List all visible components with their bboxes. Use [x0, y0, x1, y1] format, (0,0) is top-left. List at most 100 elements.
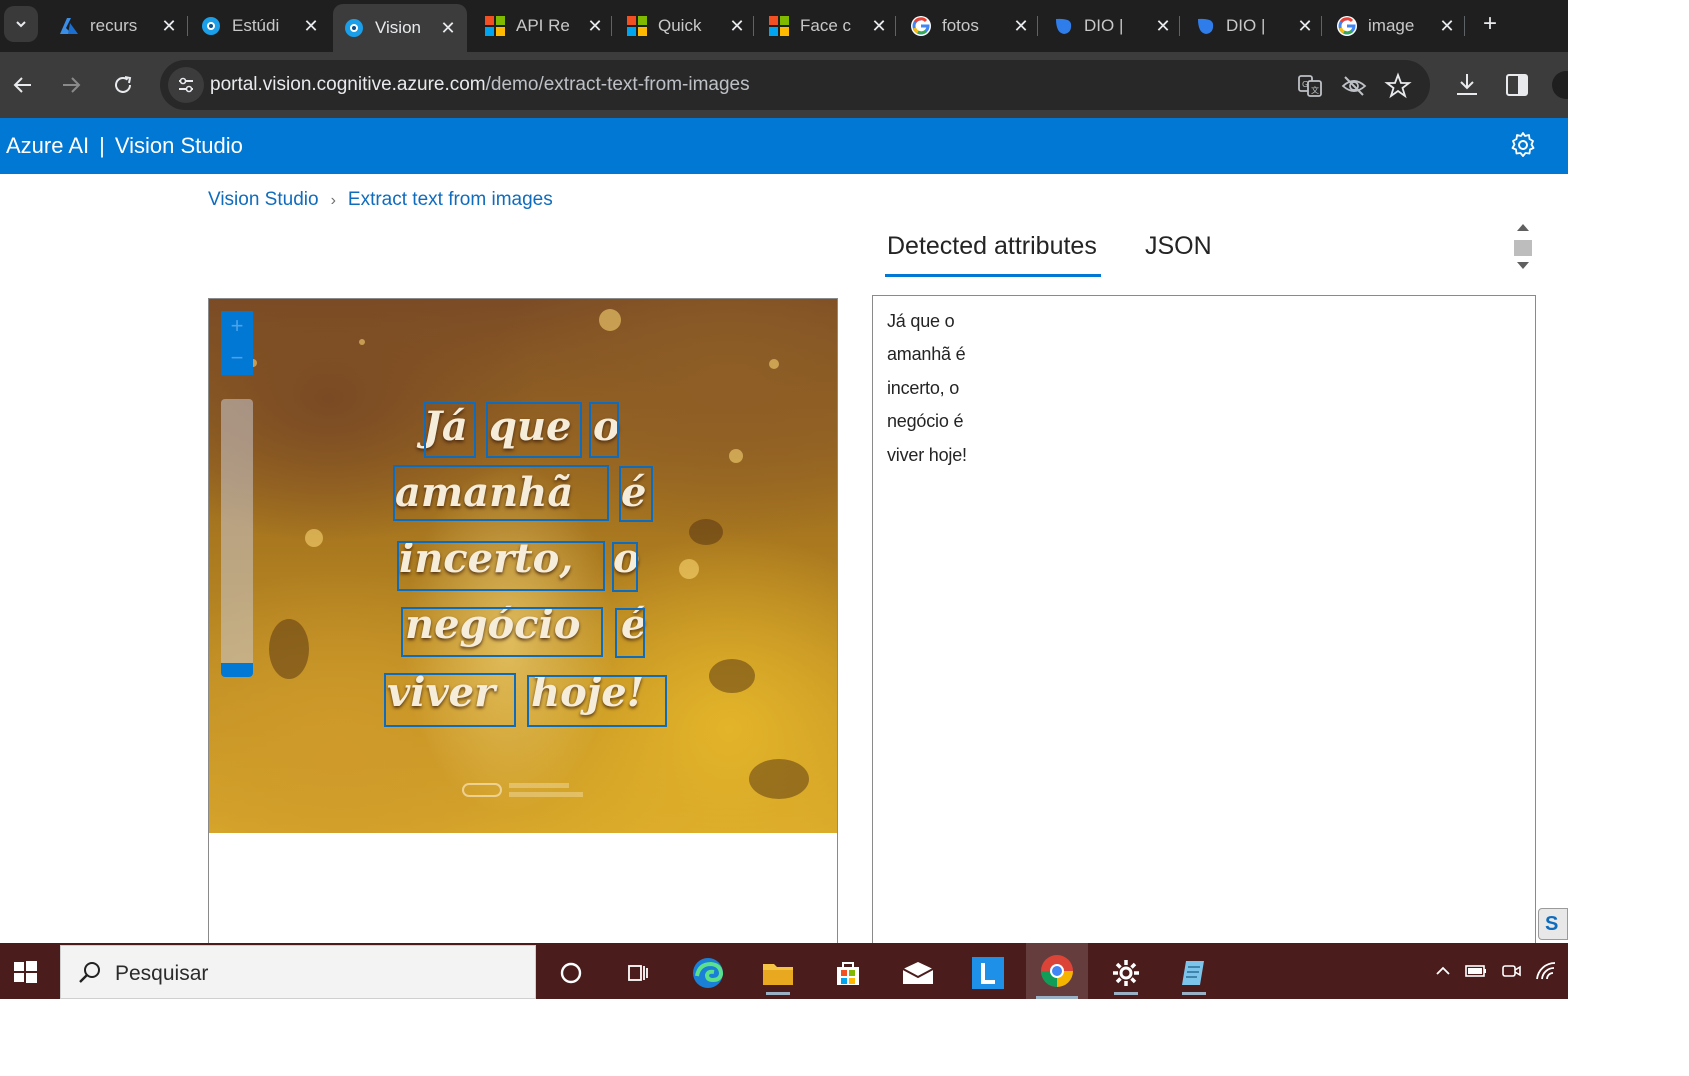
ocr-bounding-box[interactable]	[486, 402, 582, 458]
browser-tab-strip: recurs ✕ Estúdi ✕ Vision ✕ API Re ✕ Quic…	[0, 0, 1568, 52]
close-tab-icon[interactable]: ✕	[1154, 16, 1172, 37]
ocr-bounding-box[interactable]	[615, 608, 645, 658]
side-panel-icon[interactable]	[1502, 70, 1532, 100]
tab-separator	[895, 16, 896, 36]
ocr-bounding-box[interactable]	[393, 465, 609, 521]
browser-tab[interactable]: Estúdi ✕	[190, 6, 330, 46]
cortana-button[interactable]	[549, 951, 593, 995]
edge-floating-button[interactable]: S	[1538, 908, 1568, 940]
taskbar-search-box[interactable]: Pesquisar	[60, 945, 536, 999]
ocr-bounding-box[interactable]	[612, 542, 638, 592]
browser-tab-active[interactable]: Vision ✕	[333, 4, 467, 52]
url-host: portal.vision.cognitive.azure.com	[210, 74, 486, 95]
forward-button[interactable]	[54, 68, 88, 102]
windows-start-icon[interactable]	[10, 957, 40, 987]
battery-icon[interactable]	[1464, 959, 1488, 983]
tab-separator	[611, 16, 612, 36]
ocr-bounding-box[interactable]	[424, 402, 476, 458]
letter-l-app-icon	[972, 957, 1004, 989]
chrome-app-button[interactable]	[1026, 943, 1088, 999]
zoom-in-button[interactable]: +	[221, 311, 253, 343]
tab-title: fotos	[942, 16, 979, 35]
mail-app-button[interactable]	[896, 951, 940, 995]
zoom-out-button[interactable]: −	[221, 343, 253, 375]
tune-icon	[179, 77, 193, 93]
ocr-bounding-box[interactable]	[619, 466, 653, 522]
tabs-scrollbar[interactable]	[1512, 222, 1534, 278]
ocr-bounding-box[interactable]	[397, 541, 605, 591]
new-tab-button[interactable]: +	[1476, 8, 1504, 40]
ocr-bounding-box[interactable]	[401, 607, 603, 657]
ocr-bounding-box[interactable]	[527, 675, 667, 727]
zoom-slider[interactable]	[221, 399, 253, 677]
browser-tab[interactable]: image ✕	[1326, 6, 1466, 46]
svg-text:G: G	[1302, 80, 1308, 89]
file-explorer-button[interactable]	[756, 951, 800, 995]
tab-search-button[interactable]	[4, 6, 38, 42]
breadcrumb-vision-studio-link[interactable]: Vision Studio	[208, 189, 319, 210]
site-info-button[interactable]	[168, 67, 204, 103]
translate-icon[interactable]: G文	[1296, 72, 1324, 100]
settings-app-button[interactable]	[1104, 951, 1148, 995]
detected-text-line: negócio é	[887, 411, 964, 431]
shadow-blotch	[689, 519, 723, 545]
browser-tab[interactable]: Quick ✕	[616, 6, 756, 46]
tab-detected-attributes[interactable]: Detected attributes	[885, 232, 1101, 277]
eye-off-icon[interactable]	[1340, 72, 1368, 100]
meet-now-icon[interactable]	[1500, 959, 1522, 983]
breadcrumb: Vision Studio › Extract text from images	[208, 189, 553, 211]
scroll-thumb[interactable]	[1514, 240, 1532, 256]
profile-avatar-icon[interactable]	[1548, 70, 1568, 100]
google-logo-icon	[910, 15, 932, 37]
tab-json[interactable]: JSON	[1145, 232, 1212, 261]
tab-title: DIO |	[1226, 16, 1266, 35]
running-indicator	[1182, 992, 1206, 995]
brand-azure-ai: Azure AI	[6, 133, 90, 158]
browser-tab[interactable]: DIO | ✕	[1042, 6, 1182, 46]
store-app-button[interactable]	[826, 951, 870, 995]
settings-gear-icon[interactable]	[1508, 130, 1538, 160]
chevron-up-icon[interactable]	[1434, 959, 1452, 983]
task-view-button[interactable]	[616, 951, 660, 995]
close-tab-icon[interactable]: ✕	[302, 16, 320, 37]
detected-text-line: incerto, o	[887, 378, 960, 398]
scroll-down-arrow-icon[interactable]	[1517, 262, 1529, 269]
browser-tab[interactable]: fotos ✕	[900, 6, 1040, 46]
close-tab-icon[interactable]: ✕	[160, 16, 178, 37]
ocr-bounding-box[interactable]	[384, 673, 516, 727]
close-tab-icon[interactable]: ✕	[870, 16, 888, 37]
ocr-bounding-box[interactable]	[589, 402, 619, 458]
scroll-up-arrow-icon[interactable]	[1517, 224, 1529, 231]
close-tab-icon[interactable]: ✕	[1012, 16, 1030, 37]
close-tab-icon[interactable]: ✕	[586, 16, 604, 37]
close-tab-icon[interactable]: ✕	[1438, 16, 1456, 37]
zoom-slider-knob[interactable]	[221, 663, 253, 677]
shadow-blotch	[269, 619, 309, 679]
browser-tab[interactable]: recurs ✕	[48, 6, 188, 46]
breadcrumb-current[interactable]: Extract text from images	[348, 189, 553, 210]
edge-app-button[interactable]	[686, 951, 730, 995]
l-app-button[interactable]	[966, 951, 1010, 995]
product-title[interactable]: Azure AI | Vision Studio	[6, 133, 243, 159]
notepad-app-button[interactable]	[1172, 951, 1216, 995]
edge-browser-icon	[693, 958, 724, 988]
arrow-left-icon	[13, 77, 31, 93]
reload-button[interactable]	[106, 68, 140, 102]
address-bar[interactable]: portal.vision.cognitive.azure.com/demo/e…	[160, 60, 1430, 110]
wifi-icon[interactable]	[1534, 959, 1558, 983]
close-tab-icon[interactable]: ✕	[728, 16, 746, 37]
back-button[interactable]	[6, 68, 40, 102]
bookmark-star-icon[interactable]	[1384, 72, 1412, 100]
tab-title: Quick	[658, 16, 702, 35]
analyzed-image[interactable]: + − Já que o amanhã é incerto, o negócio…	[209, 299, 837, 833]
browser-tab[interactable]: Face c ✕	[758, 6, 898, 46]
browser-tab[interactable]: DIO | ✕	[1184, 6, 1324, 46]
detected-text-line: viver hoje!	[887, 445, 967, 465]
microsoft-logo-icon	[768, 15, 790, 37]
close-tab-icon[interactable]: ✕	[1296, 16, 1314, 37]
close-tab-icon[interactable]: ✕	[439, 18, 457, 39]
chrome-icon	[1041, 955, 1073, 987]
browser-tab[interactable]: API Re ✕	[474, 6, 614, 46]
reload-icon	[115, 76, 132, 93]
download-icon[interactable]	[1452, 70, 1482, 100]
